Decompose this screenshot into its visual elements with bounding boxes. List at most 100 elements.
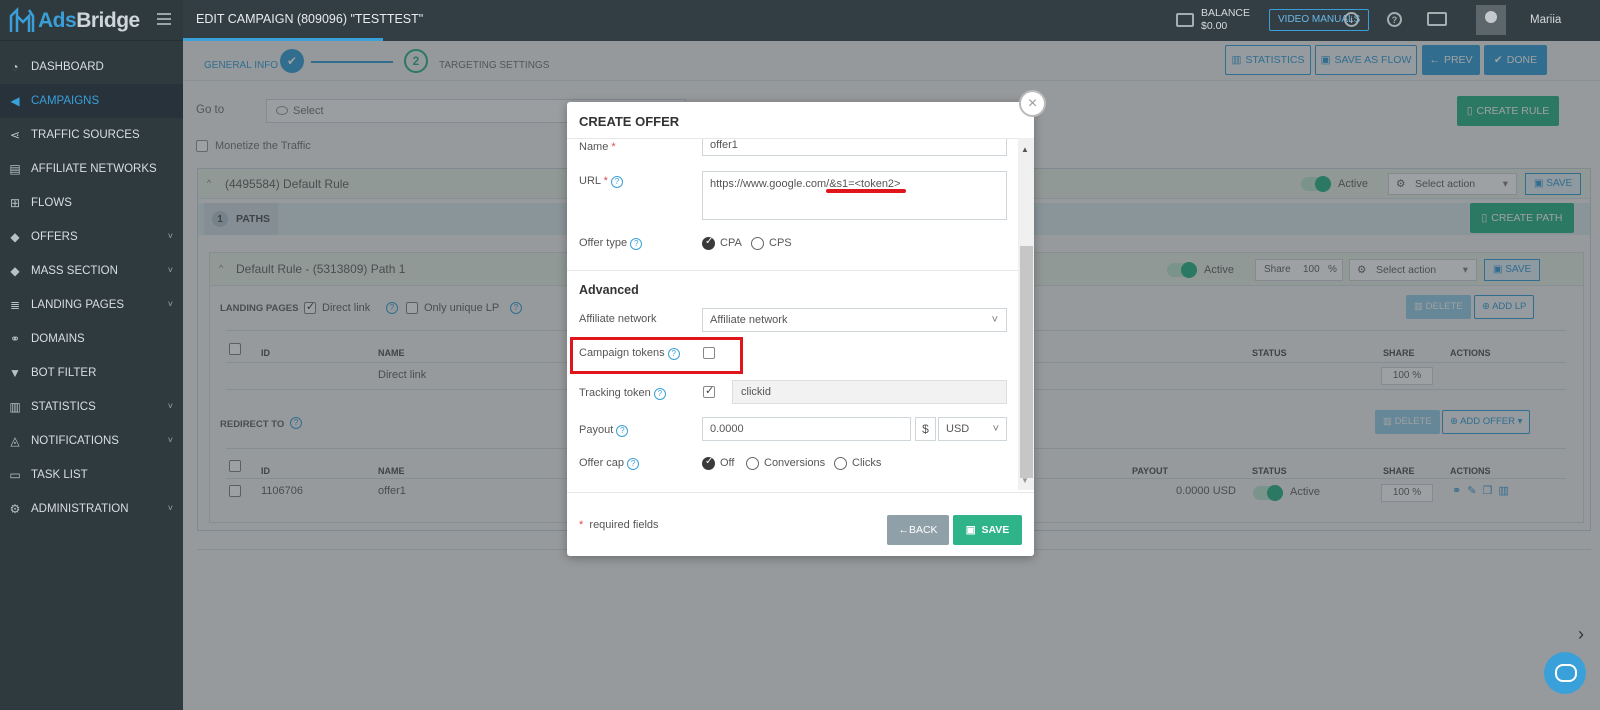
sidebar-item-label: MASS SECTION: [31, 265, 118, 277]
tracking-token-checkbox[interactable]: [703, 384, 715, 398]
tag-icon: ◆: [10, 230, 20, 244]
bridge-logo-icon: [9, 6, 35, 32]
help-icon[interactable]: ?: [611, 176, 624, 188]
offer-type-cps-label: CPS: [769, 237, 792, 249]
sidebar-item-label: TRAFFIC SOURCES: [31, 129, 140, 141]
offer-type-cps-radio[interactable]: [751, 237, 764, 250]
sidebar-item-notifications[interactable]: ◬ NOTIFICATIONS ˅: [0, 424, 183, 458]
filter-icon: ▼: [9, 366, 21, 380]
save-button[interactable]: ▣ SAVE: [953, 515, 1022, 545]
offer-cap-label: Offer cap ?: [579, 457, 640, 470]
sidebar-item-landing-pages[interactable]: ≣ LANDING PAGES ˅: [0, 288, 183, 322]
sidebar-item-affiliate-networks[interactable]: ▤ AFFILIATE NETWORKS: [0, 152, 183, 186]
payout-input[interactable]: 0.0000: [702, 417, 911, 441]
tracking-token-input[interactable]: clickid: [732, 380, 1007, 404]
sidebar-item-campaigns[interactable]: ◀ CAMPAIGNS: [0, 84, 183, 118]
chevron-down-icon: ˅: [991, 314, 998, 326]
sidebar-item-label: BOT FILTER: [31, 367, 97, 379]
offer-type-cpa-label: CPA: [720, 237, 742, 249]
divider: [567, 270, 1018, 271]
url-token-highlight-underline: [826, 189, 906, 193]
sidebar-item-administration[interactable]: ⚙ ADMINISTRATION ˅: [0, 492, 183, 526]
sidebar-item-bot-filter[interactable]: ▼ BOT FILTER: [0, 356, 183, 390]
sidebar-item-label: DASHBOARD: [31, 61, 104, 73]
offer-cap-clicks-radio[interactable]: [834, 457, 847, 470]
keyboard-icon[interactable]: [1427, 12, 1447, 26]
logo-text: AdsBridge: [38, 9, 140, 32]
link-icon: ⚭: [9, 332, 21, 346]
sidebar-item-statistics[interactable]: ▥ STATISTICS ˅: [0, 390, 183, 424]
sidebar-item-label: OFFERS: [31, 231, 78, 243]
name-input[interactable]: offer1: [702, 139, 1007, 156]
user-name[interactable]: Mariia: [1530, 14, 1561, 26]
chat-bubble-icon[interactable]: [1544, 652, 1586, 694]
modal-scrollbar[interactable]: ▲ ▼: [1018, 138, 1034, 490]
modal-title: CREATE OFFER: [579, 114, 680, 129]
help-icon[interactable]: ?: [667, 348, 680, 360]
offer-cap-conversions-radio[interactable]: [746, 457, 759, 470]
close-icon[interactable]: ×: [1019, 90, 1046, 117]
sidebar-item-domains[interactable]: ⚭ DOMAINS: [0, 322, 183, 356]
sidebar-item-label: AFFILIATE NETWORKS: [31, 163, 157, 175]
share-icon: ⋖: [9, 128, 21, 142]
scroll-down-arrow-icon[interactable]: ▼: [1021, 476, 1029, 485]
bar-chart-icon: ▥: [9, 400, 21, 414]
scroll-up-arrow-icon[interactable]: ▲: [1021, 145, 1029, 154]
help-icon[interactable]: ?: [653, 388, 666, 400]
sidebar-item-label: CAMPAIGNS: [31, 95, 100, 107]
briefcase-icon: ▤: [9, 162, 21, 176]
sidebar-item-label: STATISTICS: [31, 401, 96, 413]
megaphone-icon: ◀: [10, 94, 20, 108]
scroll-thumb[interactable]: [1020, 246, 1033, 478]
tags-icon: ◆: [10, 264, 20, 278]
sidebar-item-dashboard[interactable]: ◔ DASHBOARD: [0, 50, 183, 84]
advanced-heading: Advanced: [579, 283, 639, 297]
offer-type-label: Offer type ?: [579, 237, 643, 250]
help-icon[interactable]: ?: [630, 238, 643, 250]
campaign-tokens-checkbox[interactable]: [703, 347, 715, 359]
modal-body: Name * offer1 URL * ? https://www.google…: [567, 138, 1034, 490]
hamburger-menu-icon[interactable]: [157, 13, 171, 25]
tracking-token-label: Tracking token ?: [579, 387, 666, 400]
help-icon[interactable]: ?: [616, 425, 629, 437]
modal-footer: * required fields ←BACK ▣ SAVE: [567, 492, 1034, 556]
back-button[interactable]: ←BACK: [887, 515, 949, 545]
sidebar-item-label: ADMINISTRATION: [31, 503, 129, 515]
offer-cap-clicks-label: Clicks: [852, 457, 882, 469]
sidebar-item-label: DOMAINS: [31, 333, 85, 345]
currency-symbol: $: [915, 417, 936, 441]
save-icon: ▣: [965, 524, 976, 536]
affiliate-network-label: Affiliate network: [579, 313, 657, 325]
avatar[interactable]: [1476, 5, 1506, 35]
sidebar-item-traffic-sources[interactable]: ⋖ TRAFFIC SOURCES: [0, 118, 183, 152]
offer-type-cpa-radio[interactable]: [702, 236, 715, 250]
help-icon[interactable]: ?: [1387, 12, 1402, 27]
campaign-tokens-label: Campaign tokens ?: [579, 347, 680, 360]
info-icon[interactable]: i: [1344, 12, 1359, 27]
url-input[interactable]: https://www.google.com/&s1=<token2>: [702, 171, 1007, 220]
task-icon: ▭: [9, 468, 21, 482]
chevron-down-icon: ˅: [992, 423, 999, 435]
sidebar-item-mass-section[interactable]: ◆ MASS SECTION ˅: [0, 254, 183, 288]
dashboard-icon: ◔: [11, 60, 19, 74]
page-title: EDIT CAMPAIGN (809096) "TESTTEST": [196, 12, 424, 26]
chevron-down-icon: ˅: [167, 231, 173, 241]
offer-cap-off-label: Off: [720, 457, 735, 469]
chevron-right-icon[interactable]: ›: [1578, 624, 1584, 645]
logo[interactable]: AdsBridge: [0, 0, 183, 41]
chevron-down-icon: ˅: [167, 435, 173, 445]
sidebar-item-offers[interactable]: ◆ OFFERS ˅: [0, 220, 183, 254]
help-icon[interactable]: ?: [627, 458, 640, 470]
gear-icon: ⚙: [9, 502, 21, 516]
chevron-down-icon: ˅: [167, 401, 173, 411]
currency-select[interactable]: USD ˅: [938, 417, 1007, 441]
top-header: EDIT CAMPAIGN (809096) "TESTTEST" BALANC…: [183, 0, 1600, 41]
affiliate-network-select[interactable]: Affiliate network ˅: [702, 308, 1007, 332]
money-icon: [1176, 13, 1194, 27]
sidebar-item-flows[interactable]: ⊞ FLOWS: [0, 186, 183, 220]
sidebar-item-label: LANDING PAGES: [31, 299, 125, 311]
offer-cap-off-radio[interactable]: [702, 456, 715, 470]
sidebar-item-task-list[interactable]: ▭ TASK LIST: [0, 458, 183, 492]
offer-cap-conversions-label: Conversions: [764, 457, 826, 469]
sidebar: AdsBridge ◔ DASHBOARD ◀ CAMPAIGNS ⋖ TRAFFIC S…: [0, 0, 183, 710]
